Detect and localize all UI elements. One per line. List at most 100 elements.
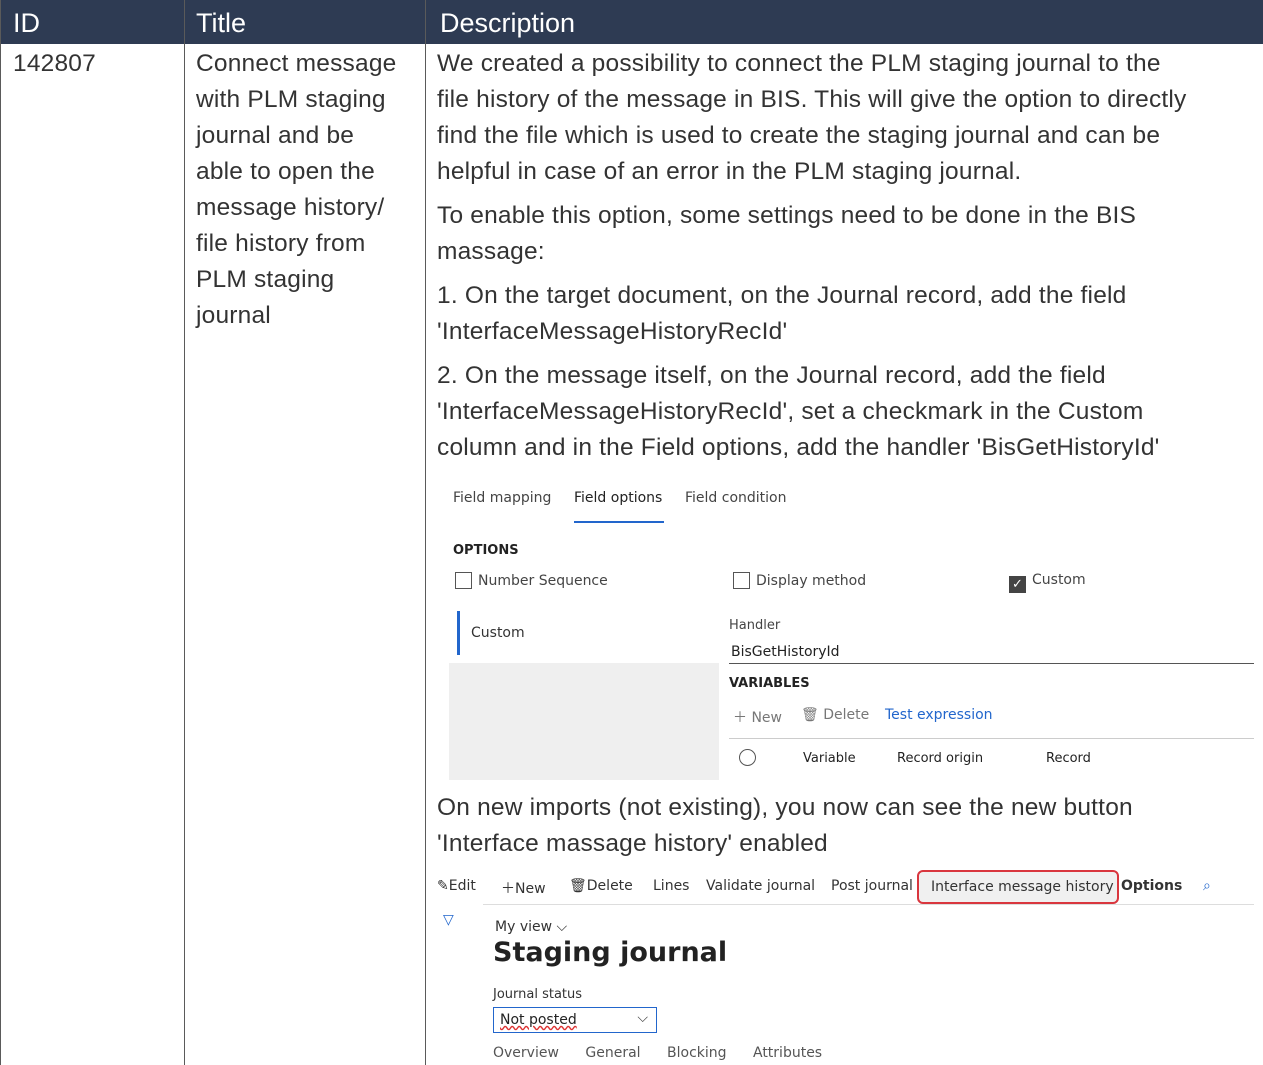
title-line: able to open the <box>196 158 375 185</box>
tab-overview[interactable]: Overview <box>493 1045 559 1061</box>
input-underline <box>729 663 1254 664</box>
variables-grid-header: Variable Record origin Record <box>729 738 1254 781</box>
button-label: New <box>515 881 546 897</box>
validate-journal-button[interactable]: Validate journal <box>706 878 815 894</box>
new-button[interactable]: ＋New <box>501 878 546 898</box>
delete-button[interactable]: 🗑 Delete <box>801 707 869 723</box>
header-title: Title <box>196 8 247 38</box>
custom-checkbox[interactable]: ✓ Custom <box>1009 572 1086 593</box>
title-line: message history/ <box>196 194 385 221</box>
title-line: journal and be <box>196 122 355 149</box>
plus-icon: ＋ <box>733 710 747 726</box>
checkmark-icon: ✓ <box>1009 576 1026 593</box>
title-line: PLM staging <box>196 266 335 293</box>
tab-general[interactable]: General <box>585 1045 640 1061</box>
filter-icon[interactable]: ▽ <box>443 912 454 928</box>
title-line: file history from <box>196 230 366 257</box>
text-line: find the file which is used to create th… <box>437 122 1161 149</box>
page-title: Staging journal <box>493 937 728 968</box>
plus-icon: ＋ <box>501 881 515 897</box>
checkbox-label: Display method <box>756 573 867 589</box>
description-paragraph: On new imports (not existing), you now c… <box>437 790 1252 862</box>
options-label: OPTIONS <box>453 543 519 558</box>
interface-message-history-button[interactable]: Interface message history <box>917 870 1119 904</box>
post-journal-button[interactable]: Post journal <box>831 878 913 894</box>
description-paragraph: To enable this option, some settings nee… <box>437 198 1252 270</box>
description-paragraph: 2. On the message itself, on the Journal… <box>437 358 1252 466</box>
column-record: Record <box>1046 751 1091 766</box>
journal-status-label: Journal status <box>493 987 583 1002</box>
header-id: ID <box>13 8 40 38</box>
display-method-checkbox[interactable]: Display method <box>733 572 866 589</box>
row-title: Connect message with PLM staging journal… <box>196 46 421 334</box>
checkbox-icon <box>733 572 750 589</box>
button-label: Interface message history <box>931 879 1114 895</box>
title-line: Connect message <box>196 50 397 77</box>
staging-journal-screenshot: ✎Edit ＋New 🗑Delete Lines Validate journa… <box>437 870 1254 1061</box>
header-description: Description <box>440 8 576 38</box>
button-label: Delete <box>586 878 633 894</box>
text-line: helpful in case of an error in the PLM s… <box>437 158 1022 185</box>
handler-label: Handler <box>729 618 781 633</box>
column-record-origin: Record origin <box>897 751 984 766</box>
text-line: To enable this option, some settings nee… <box>437 202 1137 229</box>
variables-label: VARIABLES <box>729 676 810 691</box>
select-all-radio[interactable] <box>739 749 756 766</box>
text-line: 'Interface massage history' enabled <box>437 830 828 857</box>
search-icon[interactable]: ⌕ <box>1203 878 1211 894</box>
text-line: 1. On the target document, on the Journa… <box>437 282 1127 309</box>
handler-input[interactable]: BisGetHistoryId <box>731 644 840 660</box>
release-notes-table: ID Title Description 142807 Connect mess… <box>0 0 1263 1065</box>
trash-icon: 🗑 <box>801 707 819 723</box>
row-id: 142807 <box>13 50 96 77</box>
text-line: column and in the Field options, add the… <box>437 434 1160 461</box>
column-divider <box>425 0 426 1065</box>
description-paragraph: 1. On the target document, on the Journa… <box>437 278 1252 350</box>
pencil-icon: ✎ <box>437 878 449 894</box>
trash-icon: 🗑 <box>569 878 587 894</box>
text-line: 'InterfaceMessageHistoryRecId', set a ch… <box>437 398 1144 425</box>
tab-field-condition[interactable]: Field condition <box>685 490 787 506</box>
title-line: with PLM staging <box>196 86 386 113</box>
tab-attributes[interactable]: Attributes <box>753 1045 822 1061</box>
options-button[interactable]: Options <box>1121 878 1182 894</box>
tab-field-mapping[interactable]: Field mapping <box>453 490 551 506</box>
journal-status-select[interactable]: Not posted ⌵ <box>493 1007 657 1033</box>
subtab-bar: Overview General Blocking Attributes <box>493 1045 844 1061</box>
table-header: ID Title Description <box>1 0 1263 44</box>
text-line: 'InterfaceMessageHistoryRecId' <box>437 318 788 345</box>
text-line: massage: <box>437 238 545 265</box>
title-line: journal <box>196 302 271 329</box>
lines-button[interactable]: Lines <box>653 878 689 894</box>
column-divider <box>184 0 185 1065</box>
text-line: 2. On the message itself, on the Journal… <box>437 362 1106 389</box>
text-line: file history of the message in BIS. This… <box>437 86 1187 113</box>
button-label: Edit <box>448 878 476 894</box>
number-sequence-checkbox[interactable]: Number Sequence <box>455 572 608 589</box>
description-paragraph: We created a possibility to connect the … <box>437 46 1252 190</box>
checkbox-icon <box>455 572 472 589</box>
list-item-custom[interactable]: Custom <box>449 603 719 663</box>
tab-field-options[interactable]: Field options <box>574 490 662 506</box>
column-variable: Variable <box>803 751 856 766</box>
checkbox-label: Number Sequence <box>478 573 608 589</box>
edit-button[interactable]: ✎Edit <box>437 878 476 894</box>
field-options-screenshot: Field mapping Field options Field condit… <box>437 490 1254 780</box>
button-label: Delete <box>823 707 870 723</box>
test-expression-button[interactable]: Test expression <box>885 707 993 723</box>
text-line: We created a possibility to connect the … <box>437 50 1161 77</box>
chevron-down-icon: ⌵ <box>556 919 568 935</box>
active-tab-indicator <box>574 521 664 523</box>
view-selector[interactable]: My view ⌵ <box>495 919 567 935</box>
text-line: On new imports (not existing), you now c… <box>437 794 1133 821</box>
checkbox-label: Custom <box>1032 572 1086 588</box>
list-item-label: Custom <box>471 625 525 641</box>
select-value: Not posted <box>500 1012 577 1028</box>
delete-button[interactable]: 🗑Delete <box>569 878 633 894</box>
selection-indicator <box>457 611 460 655</box>
new-button[interactable]: ＋ New <box>733 707 782 727</box>
view-label: My view <box>495 919 553 935</box>
journal-content: My view ⌵ Staging journal Journal status… <box>483 904 1254 1061</box>
chevron-down-icon: ⌵ <box>637 1010 648 1026</box>
tab-blocking[interactable]: Blocking <box>667 1045 727 1061</box>
